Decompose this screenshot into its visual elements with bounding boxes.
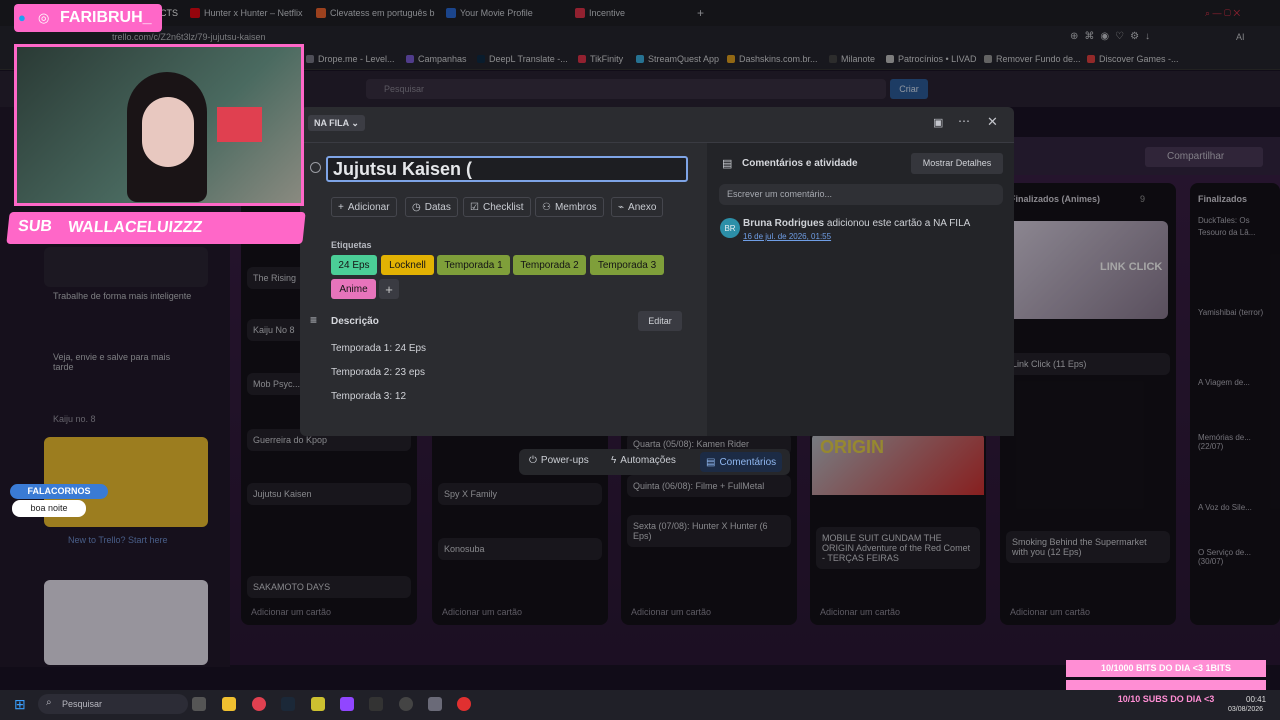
activity-user[interactable]: Bruna Rodrigues: [743, 218, 824, 229]
sub-name: WALLACELUIZZZ: [67, 219, 204, 236]
user-icon: ⚇: [542, 201, 551, 213]
file-explorer-icon[interactable]: [222, 697, 236, 711]
action-label: Membros: [554, 201, 597, 213]
show-details-button[interactable]: Mostrar Detalhes: [911, 153, 1003, 174]
obs-icon[interactable]: [399, 697, 413, 711]
label-chip[interactable]: 24 Eps: [331, 255, 377, 275]
twitter-icon: ●: [18, 10, 26, 25]
paperclip-icon: ⌁: [618, 201, 625, 213]
add-button[interactable]: + Adicionar: [331, 197, 397, 217]
more-options-icon[interactable]: ⋯: [958, 114, 970, 128]
bottom-bar-label: Comentários: [719, 456, 777, 468]
complete-checkbox[interactable]: [310, 162, 321, 173]
task-view-icon[interactable]: [192, 697, 206, 711]
list-selector[interactable]: NA FILA ⌄: [308, 115, 365, 131]
card-title-input[interactable]: Jujutsu Kaisen (: [326, 156, 688, 182]
description-icon: ≡: [310, 313, 318, 327]
avatar[interactable]: BR: [720, 218, 740, 238]
steam-icon[interactable]: [281, 697, 295, 711]
comment-input[interactable]: Escrever um comentário...: [719, 184, 1003, 205]
description-heading: Descrição: [331, 316, 379, 327]
lightning-icon: ϟ: [611, 455, 617, 466]
windows-start-icon[interactable]: ⊞: [14, 696, 26, 713]
list-name: NA FILA: [314, 118, 349, 128]
opera-icon[interactable]: [252, 697, 266, 711]
settings-icon[interactable]: [428, 697, 442, 711]
activity-timestamp[interactable]: 16 de jul. de 2026, 01:55: [743, 232, 831, 241]
activity-entry: Bruna Rodrigues adicionou este cartão a …: [743, 218, 970, 229]
sub-alert-banner: SUB WALLACELUIZZZ: [6, 212, 306, 244]
edit-description-button[interactable]: Editar: [638, 311, 682, 331]
clock-time[interactable]: 00:41: [1246, 695, 1266, 704]
stream-handle-banner: ● ◎ FARIBRUH_: [14, 4, 162, 32]
taskbar-search[interactable]: ⌕ Pesquisar: [38, 694, 188, 714]
sub-tag: SUB: [17, 218, 53, 235]
search-icon: ⌕: [46, 697, 52, 708]
dates-button[interactable]: ◷ Datas: [405, 197, 458, 217]
chat-username: FALACORNOS: [10, 484, 108, 499]
taskbar-search-placeholder: Pesquisar: [62, 699, 103, 709]
board-bottom-bar: ⏻ Power-ups ϟ Automações ▤ Comentários: [519, 449, 790, 475]
app-icon[interactable]: [369, 697, 383, 711]
label-chip[interactable]: Anime: [331, 279, 376, 299]
label-chip[interactable]: Temporada 2: [513, 255, 586, 275]
bottom-bar-label: Power-ups: [540, 455, 589, 466]
description-line: Temporada 1: 24 Eps: [331, 343, 427, 354]
activity-text: adicionou este cartão a NA FILA: [824, 218, 971, 229]
action-label: Adicionar: [347, 201, 390, 213]
twitch-icon[interactable]: [340, 697, 354, 711]
streamer-face: [142, 97, 194, 167]
clock-icon: ◷: [412, 201, 421, 213]
close-icon[interactable]: ✕: [987, 114, 998, 130]
checklist-button[interactable]: ☑ Checklist: [463, 197, 531, 217]
label-chip[interactable]: Temporada 3: [590, 255, 664, 275]
clock-date[interactable]: 03/08/2026: [1228, 706, 1263, 713]
app-icon[interactable]: [311, 697, 325, 711]
action-label: Checklist: [482, 201, 524, 213]
automations-button[interactable]: ϟ Automações: [611, 455, 676, 466]
label-chip[interactable]: Temporada 1: [437, 255, 510, 275]
label-chip[interactable]: Locknell: [381, 255, 434, 275]
comment-icon: ▤: [706, 456, 716, 468]
stream-handle: FARIBRUH_: [60, 9, 152, 26]
members-button[interactable]: ⚇ Membros: [535, 197, 604, 217]
action-label: Anexo: [628, 201, 657, 213]
description-line: Temporada 2: 23 eps: [331, 367, 425, 378]
add-label-button[interactable]: +: [379, 279, 399, 299]
attachment-button[interactable]: ⌁ Anexo: [611, 197, 664, 217]
cover-image-icon[interactable]: ▣: [933, 116, 943, 129]
bottom-bar-label: Automações: [620, 455, 676, 466]
background-poster: [217, 107, 262, 142]
description-line: Temporada 3: 12: [331, 391, 407, 402]
plus-icon: +: [338, 201, 344, 213]
chat-message: boa noite: [12, 500, 86, 517]
comments-tab-button[interactable]: ▤ Comentários: [700, 452, 783, 472]
webcam-feed: [14, 44, 304, 206]
plug-icon: ⏻: [529, 455, 537, 466]
powerups-button[interactable]: ⏻ Power-ups: [529, 455, 589, 466]
chevron-down-icon: ⌄: [351, 118, 359, 128]
app-icon[interactable]: [457, 697, 471, 711]
comment-icon: ▤: [722, 158, 733, 170]
bits-goal-bar: 10/1000 BITS DO DIA <3 1BITS: [1066, 660, 1266, 677]
checkbox-icon: ☑: [470, 201, 479, 213]
action-label: Datas: [424, 201, 451, 213]
subs-goal-bar: [1066, 680, 1266, 690]
instagram-icon: ◎: [38, 10, 50, 25]
labels-heading: Etiquetas: [331, 240, 372, 250]
comments-heading: Comentários e atividade: [742, 158, 858, 169]
